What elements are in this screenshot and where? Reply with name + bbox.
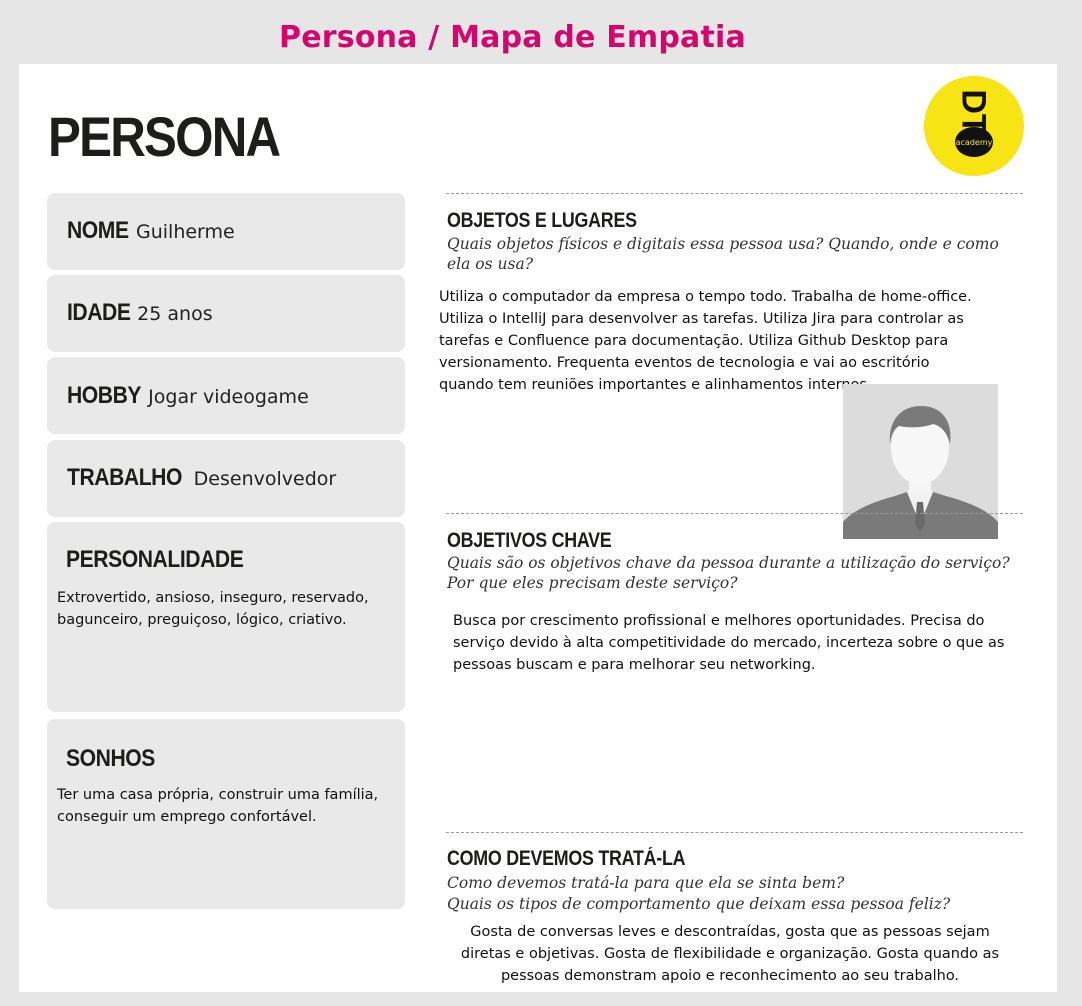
tratamento-question-2: Quais os tipos de comportamento que deix… <box>447 895 951 913</box>
tratamento-title: COMO DEVEMOS TRATÁ-LA <box>447 847 686 870</box>
idade-box: IDADE 25 anos <box>47 275 405 352</box>
sonhos-text: Ter uma casa própria, construir uma famí… <box>57 787 379 825</box>
hobby-box: HOBBY Jogar videogame <box>47 357 405 434</box>
divider <box>446 193 1023 194</box>
nome-label: NOME <box>67 217 129 244</box>
tratamento-body: Gosta de conversas leves e descontraídas… <box>460 924 1000 984</box>
sonhos-box: SONHOS Ter uma casa própria, construir u… <box>47 719 405 909</box>
hobby-label: HOBBY <box>67 382 142 409</box>
persona-heading: PERSONA <box>48 105 281 168</box>
avatar-placeholder-icon <box>843 384 998 539</box>
nome-box: NOME Guilherme <box>47 193 405 270</box>
persona-card: PERSONA DT academy NOME Guilherme IDADE … <box>19 64 1057 992</box>
hobby-value: Jogar videogame <box>148 386 309 408</box>
trabalho-value: Desenvolvedor <box>193 468 337 490</box>
divider <box>446 513 1023 514</box>
personalidade-text: Extrovertido, ansioso, inseguro, reserva… <box>57 590 369 628</box>
divider <box>446 832 1023 833</box>
page-title: Persona / Mapa de Empatia <box>279 20 746 55</box>
objetos-question: Quais objetos físicos e digitais essa pe… <box>447 235 999 273</box>
objetivos-title: OBJETIVOS CHAVE <box>447 529 612 552</box>
logo-mark: DT <box>954 89 993 135</box>
personalidade-box: PERSONALIDADE Extrovertido, ansioso, ins… <box>47 522 405 712</box>
personalidade-label: PERSONALIDADE <box>66 546 244 573</box>
idade-value: 25 anos <box>137 303 213 325</box>
objetivos-body: Busca por crescimento profissional e mel… <box>453 613 1005 673</box>
nome-value: Guilherme <box>136 221 235 243</box>
sonhos-label: SONHOS <box>66 745 155 772</box>
objetos-title: OBJETOS E LUGARES <box>447 209 637 232</box>
idade-label: IDADE <box>67 299 131 326</box>
trabalho-label: TRABALHO <box>67 464 182 491</box>
dt-academy-logo: DT academy <box>924 76 1024 176</box>
tratamento-question-1: Como devemos tratá-la para que ela se si… <box>447 874 845 892</box>
objetos-body: Utiliza o computador da empresa o tempo … <box>439 289 972 393</box>
trabalho-box: TRABALHO Desenvolvedor <box>47 440 405 517</box>
objetivos-question: Quais são os objetivos chave da pessoa d… <box>447 554 1010 592</box>
